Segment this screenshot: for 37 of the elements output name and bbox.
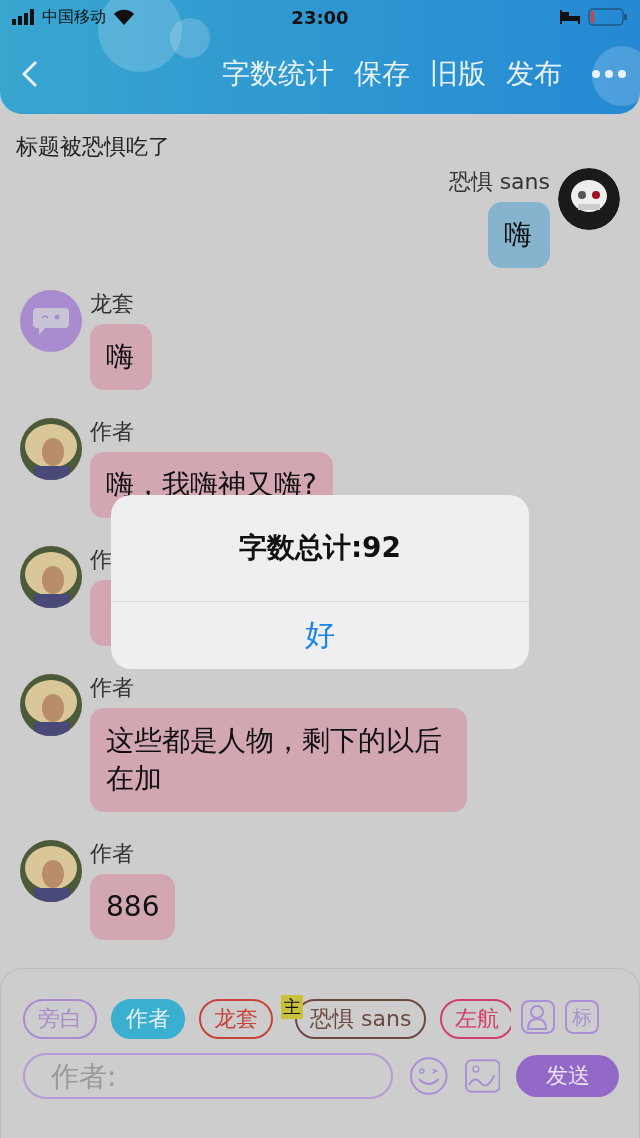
character-button[interactable] xyxy=(521,1000,555,1034)
sender-name: 作 xyxy=(90,546,112,574)
ok-button[interactable]: 好 xyxy=(111,601,529,669)
message-bubble: 886 xyxy=(90,874,176,940)
bed-icon xyxy=(560,10,580,24)
story-title: 标题被恐惧吃了 xyxy=(15,133,171,161)
sender-name: 作者 xyxy=(90,840,134,868)
emoji-icon[interactable] xyxy=(409,1056,449,1096)
send-button[interactable]: 发送 xyxy=(516,1055,619,1097)
person-icon xyxy=(526,1004,550,1030)
message-bubble: 这些都是人物，剩下的以后在加 xyxy=(90,708,467,812)
wifi-icon xyxy=(114,9,134,25)
alert-message: 字数总计:92 xyxy=(237,530,403,566)
role-chip[interactable]: 作者 xyxy=(111,999,185,1039)
header-action[interactable]: 保存 xyxy=(354,55,410,93)
more-icon[interactable] xyxy=(592,70,626,78)
sender-name: 龙套 xyxy=(90,290,134,318)
back-icon[interactable] xyxy=(22,60,38,88)
sender-name: 作者 xyxy=(90,418,134,446)
sender-name: 作者 xyxy=(90,674,134,702)
role-chip[interactable]: 旁白 xyxy=(23,999,97,1039)
clock-time: 23:00 xyxy=(291,6,349,28)
message-bubble: 嗨 xyxy=(90,324,152,390)
carrier-name: 中国移动 xyxy=(42,6,106,28)
header-action[interactable]: 旧版 xyxy=(430,55,486,93)
header-bubble xyxy=(592,46,640,106)
mark-button[interactable]: 标 xyxy=(565,1000,599,1034)
header-action[interactable]: 字数统计 xyxy=(222,55,334,93)
message-bubble: 嗨 xyxy=(488,202,550,268)
header-action[interactable]: 发布 xyxy=(506,55,562,93)
role-chip[interactable]: 左航 xyxy=(440,999,511,1039)
sender-name: 恐惧 sans xyxy=(448,168,550,196)
image-icon[interactable] xyxy=(464,1059,501,1093)
signal-icon xyxy=(12,9,34,25)
role-chip[interactable]: 龙套 xyxy=(199,999,273,1039)
battery-icon xyxy=(588,8,628,26)
main-role-badge: 主 xyxy=(281,995,303,1019)
